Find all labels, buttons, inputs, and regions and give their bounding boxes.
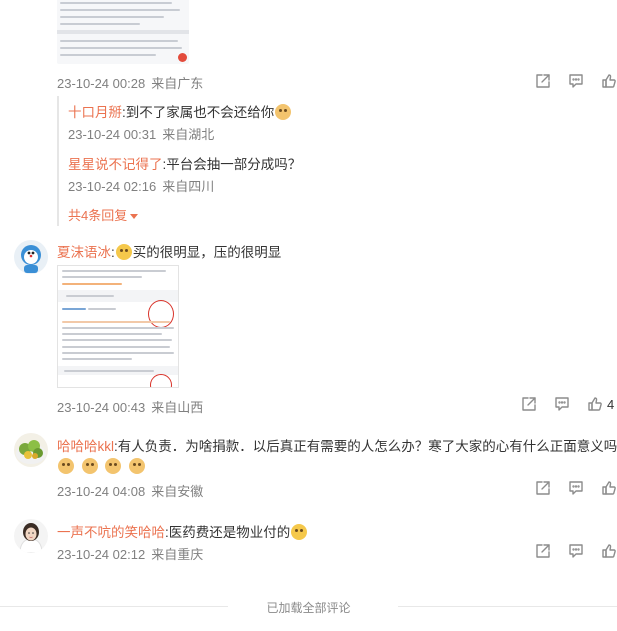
reply-item: 十口月掰:到不了家属也不会还给你 [68,101,292,121]
smile-emoji-icon [291,524,308,540]
cat-emoji-icon [105,458,122,474]
comment-icon[interactable] [568,73,584,89]
comment-text: :有人负责．为啥捐款．以后真正有需要的人怎么办？寒了大家的心有什么正面意义吗 [114,439,617,454]
like-icon[interactable] [601,73,617,89]
reply-item: 星星说不记得了:平台会抽一部分成吗？ [68,153,301,173]
comment-text: :医药费还是物业付的 [165,525,291,540]
comment-actions [535,543,617,559]
like-icon[interactable] [601,543,617,559]
reply-thread: 十口月掰:到不了家属也不会还给你 23-10-24 00:31 来自湖北 星星说不… [57,96,617,226]
comment-time: 23-10-24 00:43 [57,400,146,415]
reply-time: 23-10-24 00:31 [68,127,157,142]
comment-icon[interactable] [554,396,570,412]
reply-text: :到不了家属也不会还给你 [122,105,275,120]
comment-time: 23-10-24 04:08 [57,484,146,499]
cat-emoji-icon [58,458,74,474]
comment-location: 来自安徽 [151,484,204,499]
comment-location: 来自山西 [151,400,204,415]
grin-emoji-icon [115,244,132,260]
share-icon[interactable] [535,73,551,89]
comment-meta: 23-10-24 04:08 来自安徽 [57,481,203,500]
share-icon[interactable] [535,543,551,559]
comment-username[interactable]: 夏沫语冰 [57,245,111,260]
more-replies-link[interactable]: 共4条回复 [68,205,139,224]
comment-body: 夏沫语冰: 买的很明显，压的很明显 [57,244,282,260]
comment-time: 23-10-24 02:12 [57,547,146,562]
reply-username[interactable]: 十口月掰 [68,105,122,120]
comment-icon[interactable] [568,543,584,559]
cat-emoji-icon [128,458,145,474]
avatar[interactable] [14,433,48,467]
comment-meta: 23-10-24 02:12 来自重庆 [57,544,203,563]
avatar[interactable] [14,240,48,274]
comment-meta: 23-10-24 00:43 来自山西 [57,397,203,416]
emoji-row [57,458,146,474]
comment-text: 买的很明显，压的很明显 [132,245,282,260]
reply-location: 来自四川 [162,179,215,194]
comment-username[interactable]: 一声不吭的笑哈哈 [57,525,165,540]
reply-username[interactable]: 星星说不记得了 [68,157,163,172]
comment-screenshot-image[interactable] [57,265,179,388]
comment-meta: 23-10-24 00:28 来自广东 [57,73,203,92]
share-icon[interactable] [521,396,537,412]
reply-meta: 23-10-24 02:16 来自四川 [68,176,214,195]
reply-time: 23-10-24 02:16 [68,179,157,194]
cat-emoji-icon [81,458,98,474]
comment-location: 来自重庆 [151,547,204,562]
reply-location: 来自湖北 [162,127,215,142]
comment-icon[interactable] [568,480,584,496]
like-icon[interactable] [601,480,617,496]
comment-image[interactable] [57,0,189,64]
comment-actions [535,73,617,89]
comment-username[interactable]: 哈哈哈kkl [57,439,114,454]
image-badge-icon [178,53,187,62]
caret-down-icon [130,214,139,220]
reply-meta: 23-10-24 00:31 来自湖北 [68,124,214,143]
comment-time: 23-10-24 00:28 [57,76,146,91]
reply-text: :平台会抽一部分成吗？ [162,157,302,172]
all-comments-loaded-text: 已加载全部评论 [266,601,351,615]
comment-actions [535,480,617,496]
comment-body: 哈哈哈kkl:有人负责．为啥捐款．以后真正有需要的人怎么办？寒了大家的心有什么正… [57,435,617,455]
like-icon[interactable] [587,396,603,412]
more-replies-label: 共4条回复 [68,208,128,223]
like-count: 4 [607,396,615,412]
comment-body: 一声不吭的笑哈哈:医药费还是物业付的 [57,521,308,541]
comment-actions: 4 [521,396,614,412]
cat-emoji-icon [275,104,292,120]
comment-location: 来自广东 [151,76,204,91]
share-icon[interactable] [535,480,551,496]
avatar[interactable] [14,519,48,553]
